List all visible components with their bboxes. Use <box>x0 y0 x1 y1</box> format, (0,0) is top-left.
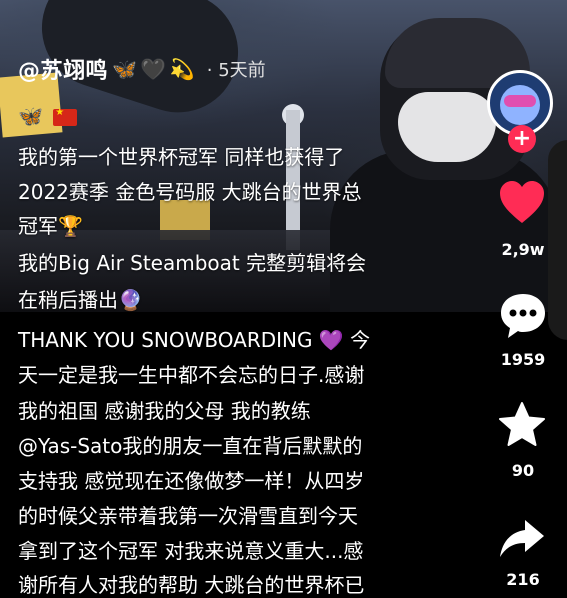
trophy-emoji: 🏆 <box>58 214 83 238</box>
post-time: · 5天前 <box>207 56 266 82</box>
caption-line: 天一定是我一生中都不会忘的日子.感谢 <box>18 363 365 387</box>
time-ago: 5天前 <box>218 60 266 81</box>
avatar-goggles <box>504 95 536 107</box>
dizzy-emoji: 💫 <box>169 57 195 81</box>
caption-text: THANK YOU SNOWBOARDING <box>18 328 313 352</box>
caption-text: 今 <box>350 328 371 352</box>
black-heart-emoji: 🖤 <box>140 57 166 81</box>
comment-count: 1959 <box>500 350 546 369</box>
author-name[interactable]: @苏翊鸣 <box>18 53 108 85</box>
caption-line: 的时候父亲带着我第一次滑雪直到今天 <box>18 504 358 528</box>
caption-line: 谢所有人对我的帮助 大跳台的世界杯已 <box>18 573 365 597</box>
star-icon[interactable] <box>497 400 547 450</box>
face-mask <box>398 92 496 162</box>
caption-line: 支持我 感觉现在还像做梦一样！从四岁 <box>18 469 365 493</box>
crystal-ball-emoji: 🔮 <box>118 288 143 312</box>
caption-line: @Yas-Sato我的朋友一直在背后默默的 <box>18 434 363 458</box>
caption-line: 在稍后播出🔮 <box>18 287 143 313</box>
caption-line: 2022赛季 金色号码服 大跳台的世界总 <box>18 180 362 204</box>
time-separator: · <box>206 60 213 81</box>
share-icon[interactable] <box>497 514 547 564</box>
caption-line: 我的第一个世界杯冠军 同样也获得了 <box>18 145 345 169</box>
purple-heart-emoji: 💜 <box>318 328 344 352</box>
comment-icon[interactable] <box>497 290 549 342</box>
caption-line: 我的祖国 感谢我的父母 我的教练 <box>18 399 311 423</box>
follow-button[interactable]: + <box>508 125 536 153</box>
butterfly-emoji: 🦋 <box>112 57 137 81</box>
caption-text: 冠军 <box>18 214 58 238</box>
caption-line: 我的Big Air Steamboat 完整剪辑将会 <box>18 251 367 275</box>
share-count: 216 <box>506 570 540 589</box>
china-flag-icon <box>53 107 78 126</box>
caption-line: THANK YOU SNOWBOARDING 💜 今 <box>18 327 370 353</box>
flags-line: 🦋 <box>18 104 78 128</box>
author-row: @苏翊鸣 🦋 🖤 💫 · 5天前 <box>18 54 266 84</box>
like-count: 2,9w <box>501 240 545 259</box>
heart-icon[interactable] <box>497 178 547 228</box>
favorite-count: 90 <box>511 461 535 480</box>
caption-text: 在稍后播出 <box>18 288 118 312</box>
caption-line: 冠军🏆 <box>18 213 83 239</box>
caption-line: 拿到了这个冠军 对我来说意义重大...感 <box>18 539 364 563</box>
butterfly-emoji: 🦋 <box>18 104 43 128</box>
